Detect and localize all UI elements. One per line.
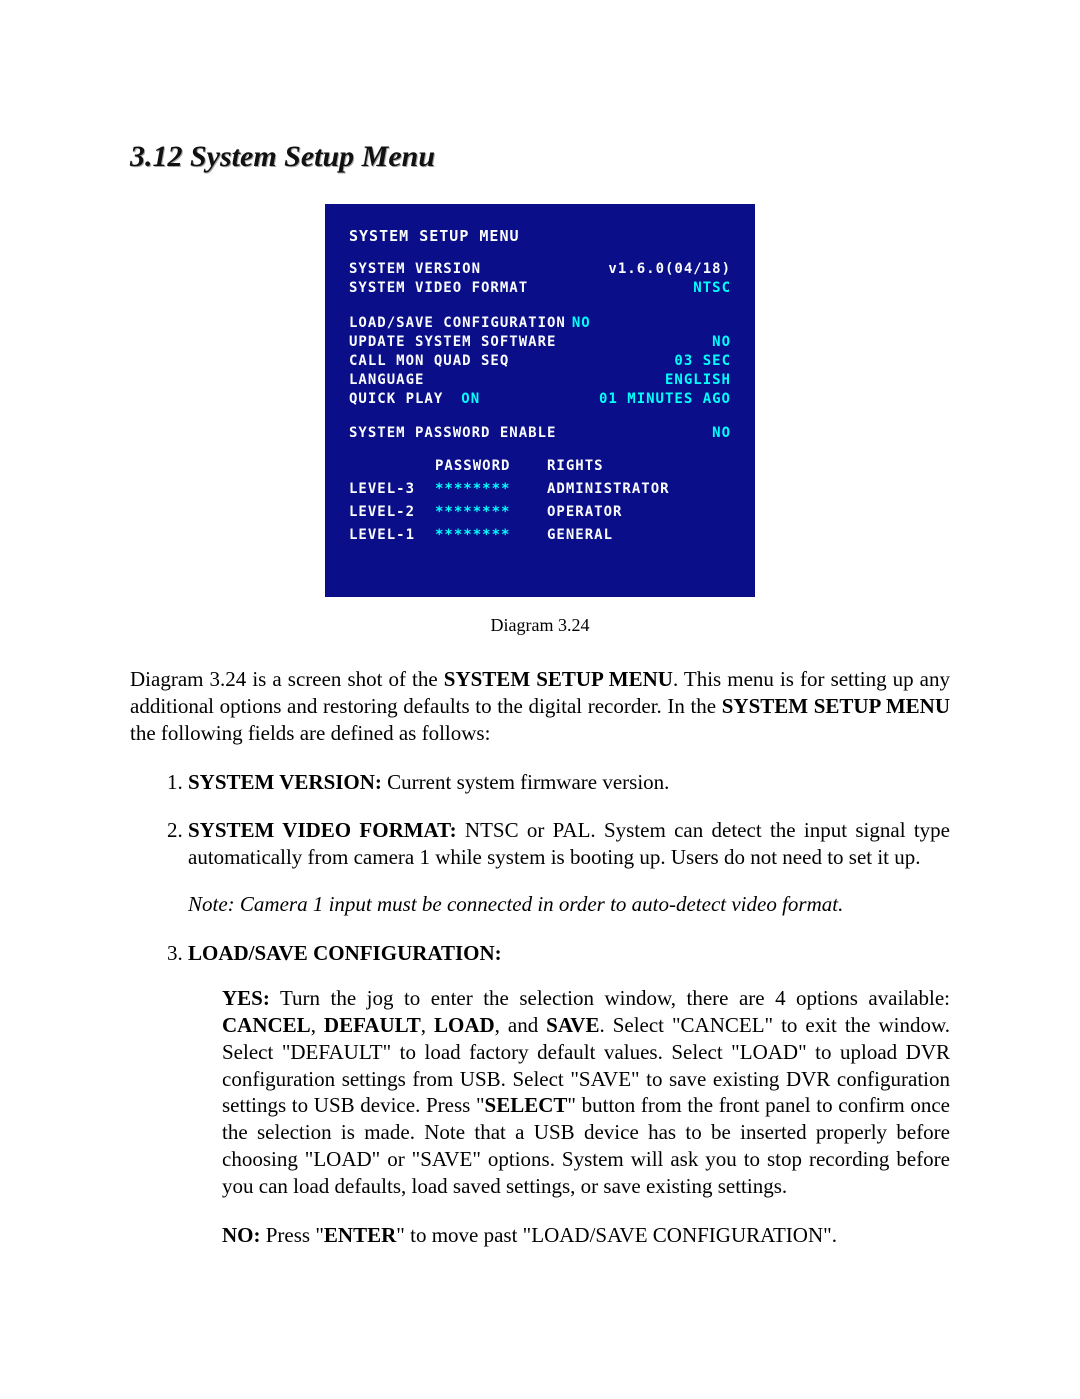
list-item: LOAD/SAVE CONFIGURATION: YES: Turn the j… bbox=[188, 940, 950, 1249]
level-name: LEVEL-2 bbox=[349, 503, 435, 522]
value-on: ON bbox=[461, 390, 480, 409]
level-rights: ADMINISTRATOR bbox=[547, 480, 670, 499]
sub-lead: NO: bbox=[222, 1223, 261, 1247]
label: LANGUAGE bbox=[349, 371, 424, 390]
dvr-row-system-version: SYSTEM VERSION v1.6.0(04/18) bbox=[349, 260, 731, 279]
table-row: LEVEL-3 ******** ADMINISTRATOR bbox=[349, 480, 731, 499]
item-label: SYSTEM VIDEO FORMAT: bbox=[188, 818, 457, 842]
value: NO bbox=[712, 424, 731, 443]
level-password: ******** bbox=[435, 526, 547, 545]
label: UPDATE SYSTEM SOFTWARE bbox=[349, 333, 556, 352]
text: , bbox=[311, 1013, 324, 1037]
level-name: LEVEL-3 bbox=[349, 480, 435, 499]
dvr-password-table-header: PASSWORD RIGHTS bbox=[349, 457, 731, 476]
option-save: SAVE bbox=[546, 1013, 599, 1037]
text: , bbox=[421, 1013, 434, 1037]
text: " to move past "LOAD/SAVE CONFIGURATION"… bbox=[396, 1223, 837, 1247]
label: CALL MON QUAD SEQ bbox=[349, 352, 509, 371]
text: Diagram 3.24 is a screen shot of the bbox=[130, 667, 444, 691]
label: LOAD/SAVE CONFIGURATION bbox=[349, 314, 566, 333]
column-rights: RIGHTS bbox=[547, 457, 604, 476]
option-cancel: CANCEL bbox=[222, 1013, 311, 1037]
intro-paragraph: Diagram 3.24 is a screen shot of the SYS… bbox=[130, 666, 950, 747]
blank-column bbox=[349, 457, 435, 476]
label: QUICK PLAY bbox=[349, 390, 443, 409]
label: SYSTEM VERSION bbox=[349, 260, 481, 279]
dvr-screenshot: SYSTEM SETUP MENU SYSTEM VERSION v1.6.0(… bbox=[325, 204, 755, 597]
sub-option-no: NO: Press "ENTER" to move past "LOAD/SAV… bbox=[222, 1222, 950, 1249]
label: SYSTEM PASSWORD ENABLE bbox=[349, 424, 556, 443]
dvr-row-video-format: SYSTEM VIDEO FORMAT NTSC bbox=[349, 279, 731, 298]
option-default: DEFAULT bbox=[324, 1013, 421, 1037]
option-load: LOAD bbox=[434, 1013, 495, 1037]
dvr-row-language: LANGUAGE ENGLISH bbox=[349, 371, 731, 390]
level-name: LEVEL-1 bbox=[349, 526, 435, 545]
level-password: ******** bbox=[435, 480, 547, 499]
value: v1.6.0(04/18) bbox=[608, 260, 731, 279]
bold-text: SYSTEM SETUP MENU bbox=[722, 694, 950, 718]
item-label: LOAD/SAVE CONFIGURATION: bbox=[188, 941, 502, 965]
value: ENGLISH bbox=[665, 371, 731, 390]
button-enter: ENTER bbox=[324, 1223, 396, 1247]
value: NO bbox=[712, 333, 731, 352]
value: NTSC bbox=[693, 279, 731, 298]
text: the following fields are defined as foll… bbox=[130, 721, 490, 745]
dvr-row-callmon: CALL MON QUAD SEQ 03 SEC bbox=[349, 352, 731, 371]
item-label: SYSTEM VERSION: bbox=[188, 770, 382, 794]
bold-text: SYSTEM SETUP MENU bbox=[444, 667, 673, 691]
dvr-row-quickplay: QUICK PLAY ON 01 MINUTES AGO bbox=[349, 390, 731, 409]
label: SYSTEM VIDEO FORMAT bbox=[349, 279, 528, 298]
item-text: Current system firmware version. bbox=[382, 770, 670, 794]
list-item: SYSTEM VERSION: Current system firmware … bbox=[188, 769, 950, 796]
list-item: SYSTEM VIDEO FORMAT: NTSC or PAL. System… bbox=[188, 817, 950, 918]
dvr-row-password-enable: SYSTEM PASSWORD ENABLE NO bbox=[349, 424, 731, 443]
text: , and bbox=[495, 1013, 547, 1037]
table-row: LEVEL-1 ******** GENERAL bbox=[349, 526, 731, 545]
level-password: ******** bbox=[435, 503, 547, 522]
table-row: LEVEL-2 ******** OPERATOR bbox=[349, 503, 731, 522]
figure-caption: Diagram 3.24 bbox=[130, 615, 950, 636]
sub-option-yes: YES: Turn the jog to enter the selection… bbox=[222, 985, 950, 1200]
button-select: SELECT bbox=[485, 1093, 568, 1117]
dvr-menu-title: SYSTEM SETUP MENU bbox=[349, 226, 731, 246]
definition-list: SYSTEM VERSION: Current system firmware … bbox=[130, 769, 950, 1249]
document-page: 3.12 System Setup Menu SYSTEM SETUP MENU… bbox=[0, 0, 1080, 1399]
column-password: PASSWORD bbox=[435, 457, 547, 476]
item-note: Note: Camera 1 input must be connected i… bbox=[188, 892, 843, 916]
dvr-row-update: UPDATE SYSTEM SOFTWARE NO bbox=[349, 333, 731, 352]
level-rights: OPERATOR bbox=[547, 503, 622, 522]
sub-lead: YES: bbox=[222, 986, 270, 1010]
dvr-row-loadsave: LOAD/SAVE CONFIGURATION NO bbox=[349, 314, 731, 333]
section-heading: 3.12 System Setup Menu bbox=[130, 140, 950, 174]
value: NO bbox=[572, 314, 591, 333]
value-amount: 01 MINUTES AGO bbox=[599, 390, 731, 409]
text: Press " bbox=[261, 1223, 324, 1247]
level-rights: GENERAL bbox=[547, 526, 613, 545]
value: 03 SEC bbox=[674, 352, 731, 371]
text: Turn the jog to enter the selection wind… bbox=[270, 986, 950, 1010]
